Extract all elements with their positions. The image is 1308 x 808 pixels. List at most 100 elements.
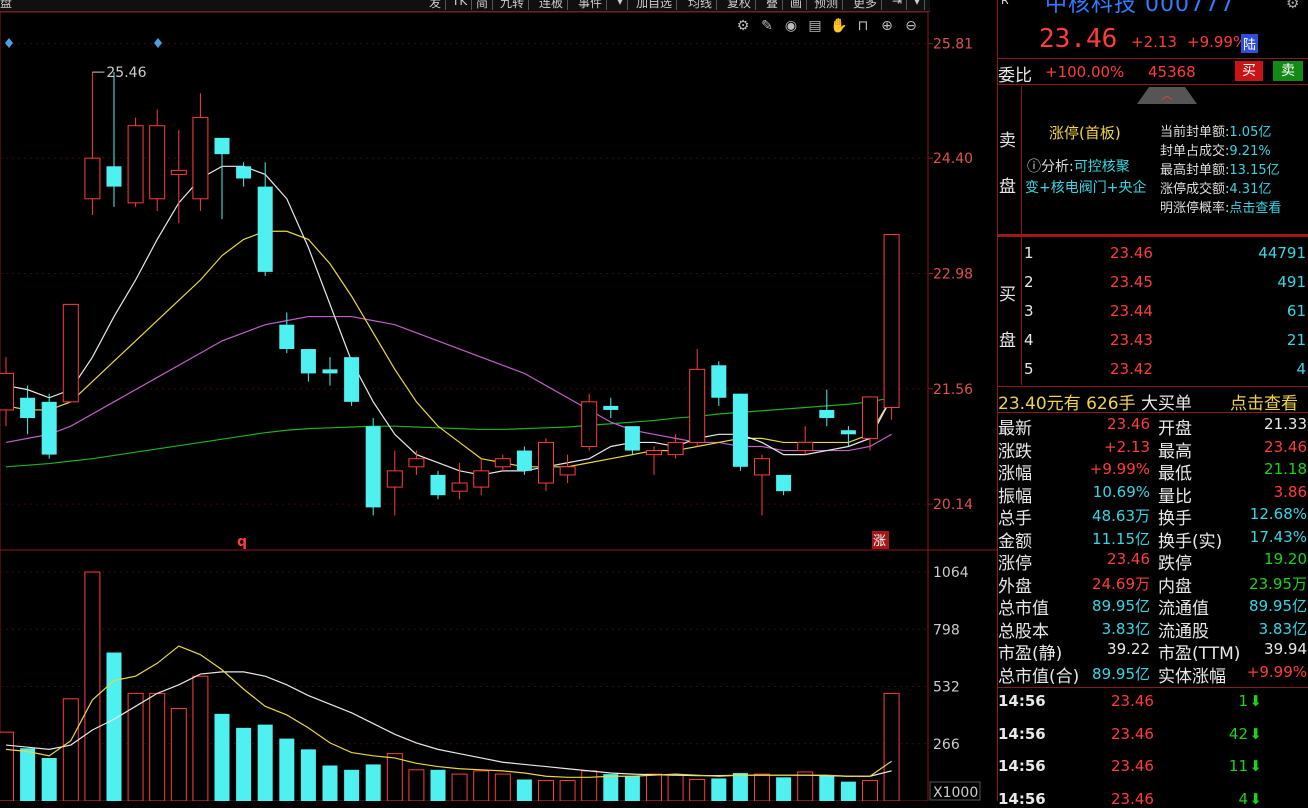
down-arrow-icon: ⬇ [1249,724,1262,743]
stat-label: 换手(实) [1158,531,1223,552]
candle-body-up [127,125,144,204]
volume-bar-down [214,713,230,801]
stat-label: 外盘 [998,576,1032,597]
volume-unit-label: X1000 [933,785,978,801]
stat-label: 市盈(静) [998,644,1063,664]
buy-side-label-2: 盘 [999,331,1016,351]
kline-chart[interactable]: 25.81 24.40 22.98 21.56 20.14 1064 798 532 266 X1… [0,0,997,801]
tick-price: 23.46 [1111,757,1154,775]
seal-info-row: 涨停成交额:4.31亿 [1160,178,1271,197]
volume-tick-label: 1064 [933,565,969,581]
seal-info-value[interactable]: 点击查看 [1229,201,1281,216]
bid-price[interactable]: 23.45 [1110,273,1153,291]
volume-bar-down [41,757,57,801]
stat-value: 24.69万 [1092,574,1150,593]
bid-volume: 44791 [1258,244,1306,262]
tick-time: 14:56 [998,692,1046,710]
stat-value: 17.43% [1249,527,1307,546]
big-order-link[interactable]: 点击查看 [1230,389,1298,414]
stat-value: 10.69% [1092,482,1150,501]
bid-price[interactable]: 23.46 [1110,244,1153,262]
divider [1021,86,1022,234]
candle-body-down [322,369,338,374]
bid-volume: 491 [1277,273,1306,291]
candle-body-down [776,474,792,492]
volume-bar-up [797,771,814,801]
stat-value: 89.95亿 [1092,597,1150,615]
big-order-price: 23.40元有 [998,394,1081,414]
r-flag: R [1001,0,1009,7]
sell-button[interactable]: 卖 [1273,61,1303,81]
divider [1021,237,1022,385]
diamond-marker-icon[interactable] [5,38,13,48]
q-marker-label: q [237,534,247,550]
volume-bar-up [170,707,187,801]
candle-body-up [797,441,814,452]
volume-bar-up [408,769,425,801]
stat-label: 开盘 [1158,419,1192,439]
bid-volume: 4 [1296,360,1306,378]
tick-volume: 42 [1228,724,1248,743]
price-tick-label: 25.81 [933,37,973,53]
last-price: 23.46 [1039,24,1118,54]
diamond-marker-icon[interactable] [154,38,162,48]
volume-bar-up [689,778,706,801]
seal-info-label: 封单占成交: [1160,144,1230,159]
candle-body-up [451,482,468,492]
volume-bar-up [386,753,403,801]
stat-value: 3.83亿 [1101,619,1150,638]
volume-bar-down [257,724,273,801]
seal-info-row: 当前封单额:1.05亿 [1160,121,1271,140]
candle-body-down [214,137,230,155]
buy-button[interactable]: 买 [1235,61,1263,81]
seal-info-row: 明涨停概率:点击查看 [1160,197,1281,216]
bid-level: 2 [1024,273,1034,291]
volume-bar-down [819,775,835,801]
candle-body-up [862,396,878,439]
price-tick-label: 22.98 [933,267,973,283]
candle-body-up [408,458,425,468]
candle-body-up [170,169,187,175]
stat-label: 最低 [1158,464,1192,484]
ma60-line [5,397,892,468]
stock-name-code: 中核科技 000777 [1045,0,1235,18]
bid-price[interactable]: 23.43 [1110,331,1153,349]
volume-bar-down [430,769,446,801]
volume-bar-up [862,780,878,801]
seal-info-label: 当前封单额: [1160,125,1230,140]
candle-body-down [840,430,856,435]
volume-bar-up [84,571,101,801]
candle-body-down [236,166,252,179]
down-arrow-icon: ⬇ [1249,789,1262,808]
high-price-label: 25.46 [106,65,146,81]
candle-body-down [41,401,57,455]
volume-bar-down [20,748,36,801]
info-icon: ⓘ [1027,159,1041,175]
candle-body-up [84,157,101,200]
analysis-link[interactable]: 可控核聚 [1074,159,1130,175]
bid-price[interactable]: 23.44 [1110,302,1153,320]
volume-bar-up [494,773,511,801]
board-badge: 陆 [1241,34,1259,53]
volume-bar-down [840,781,856,801]
big-order-row[interactable]: 23.40元有 626手 大买单 [998,389,1192,414]
analysis-line: ⓘ分析:可控核聚 [1027,156,1130,176]
stat-label: 总手 [998,509,1032,529]
volume-bar-down [300,749,316,801]
stat-value: 21.18 [1264,460,1307,478]
stat-value: 23.46 [1264,437,1307,456]
seal-info-value: 13.15亿 [1229,163,1280,178]
stat-label: 振幅 [998,486,1032,507]
stat-label: 金额 [998,531,1032,552]
stat-value: 23.46 [1107,550,1150,568]
candle-body-down [624,426,640,451]
bid-price[interactable]: 23.42 [1110,360,1153,378]
stat-label: 涨停 [998,554,1032,574]
candle-body-up [559,466,576,476]
candle-body-down [732,393,748,467]
stat-value: +9.99% [1089,460,1150,478]
divider [997,386,1308,387]
settings-gear-icon[interactable]: ⚙ [1286,0,1299,12]
limit-up-label: 涨 [873,534,886,549]
analysis-link-2[interactable]: 变+核电阀门+央企 [1025,177,1146,197]
